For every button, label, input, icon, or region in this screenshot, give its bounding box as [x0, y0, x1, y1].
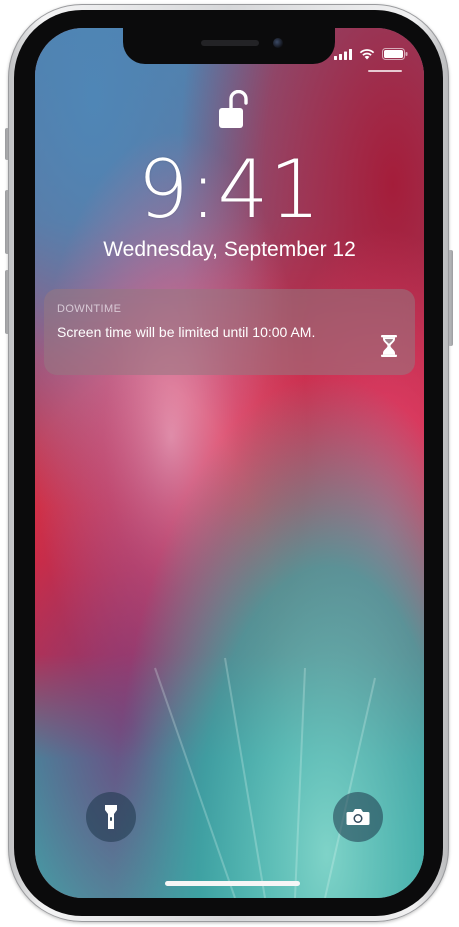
- unlocked-padlock-icon: [217, 89, 251, 137]
- display-notch: [123, 28, 335, 64]
- flashlight-icon: [105, 805, 117, 829]
- cellular-signal-icon: [334, 48, 352, 60]
- notification-message: Screen time will be limited until 10:00 …: [57, 324, 316, 340]
- hourglass-icon: [381, 335, 397, 362]
- status-bar: [334, 48, 408, 60]
- battery-icon: [382, 48, 408, 60]
- control-center-indicator: [368, 70, 402, 72]
- lock-screen-date: Wednesday, September 12: [103, 238, 356, 261]
- device-stage: 9:41 Wednesday, September 12 DOWNTIME Sc…: [0, 0, 459, 927]
- camera-icon: [346, 809, 370, 825]
- flashlight-button[interactable]: [86, 792, 136, 842]
- camera-button[interactable]: [333, 792, 383, 842]
- home-indicator[interactable]: [165, 881, 300, 886]
- lock-screen: 9:41 Wednesday, September 12 DOWNTIME Sc…: [35, 28, 424, 898]
- notification-app-name: DOWNTIME: [57, 303, 122, 315]
- downtime-notification[interactable]: DOWNTIME Screen time will be limited unt…: [44, 289, 415, 375]
- earpiece-speaker: [201, 40, 259, 46]
- lock-screen-time: 9:41: [137, 143, 322, 236]
- front-camera: [273, 38, 283, 48]
- wifi-icon: [359, 49, 375, 60]
